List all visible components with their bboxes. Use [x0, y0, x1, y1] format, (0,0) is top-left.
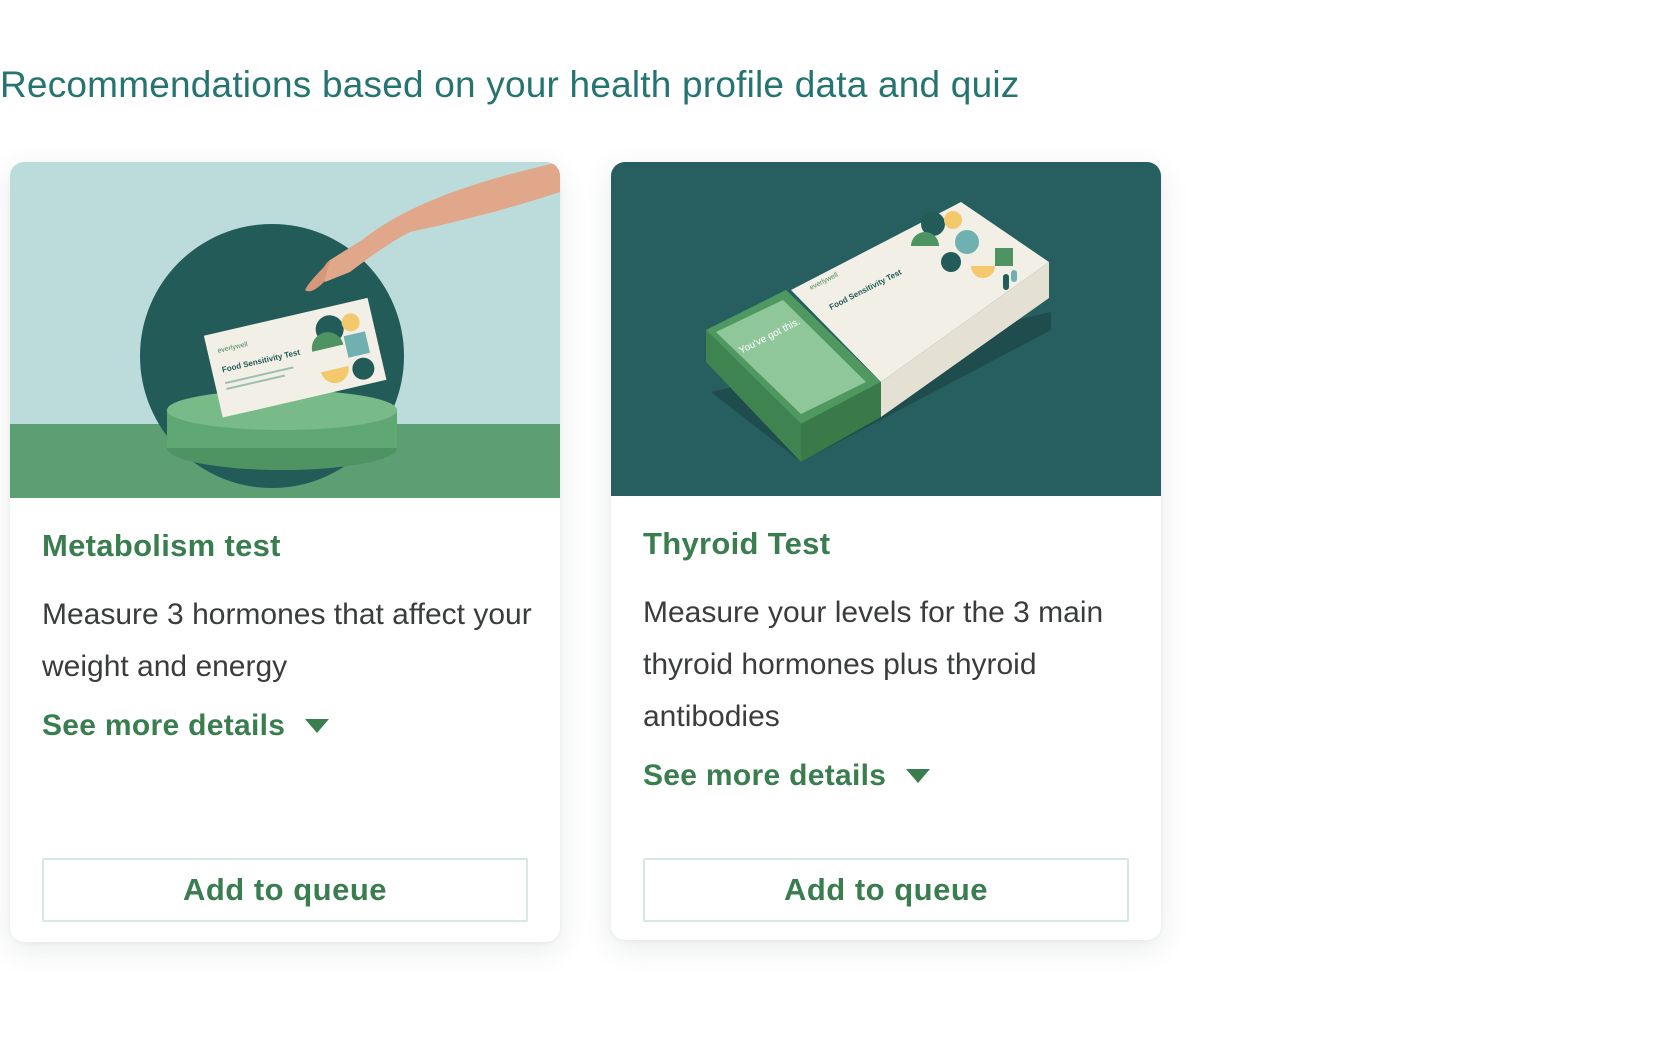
add-to-queue-button[interactable]: Add to queue [643, 858, 1129, 922]
card-body: Metabolism test Measure 3 hormones that … [10, 498, 560, 942]
caret-down-icon [906, 769, 931, 783]
product-description: Measure your levels for the 3 main thyro… [643, 596, 1104, 733]
add-to-queue-button[interactable]: Add to queue [42, 858, 528, 922]
product-card-thyroid: You've got this. everlywell Food Sensiti… [611, 162, 1161, 940]
product-description: Measure 3 hormones that affect your weig… [42, 598, 532, 683]
see-more-details-toggle[interactable]: See more details [42, 709, 330, 743]
recommendations-page: Recommendations based on your health pro… [0, 0, 1654, 1058]
product-card-metabolism: everlywell Food Sensitivity Test Metabol… [10, 162, 560, 942]
product-title: Metabolism test [42, 528, 281, 563]
see-more-details-label: See more details [643, 759, 887, 792]
see-more-details-label: See more details [42, 709, 286, 742]
product-image-thyroid: You've got this. everlywell Food Sensiti… [611, 162, 1161, 496]
card-body: Thyroid Test Measure your levels for the… [611, 496, 1161, 938]
product-title: Thyroid Test [643, 526, 831, 561]
section-heading: Recommendations based on your health pro… [0, 64, 1020, 105]
caret-down-icon [305, 719, 330, 733]
see-more-details-toggle[interactable]: See more details [643, 759, 931, 793]
product-image-metabolism: everlywell Food Sensitivity Test [10, 162, 560, 498]
